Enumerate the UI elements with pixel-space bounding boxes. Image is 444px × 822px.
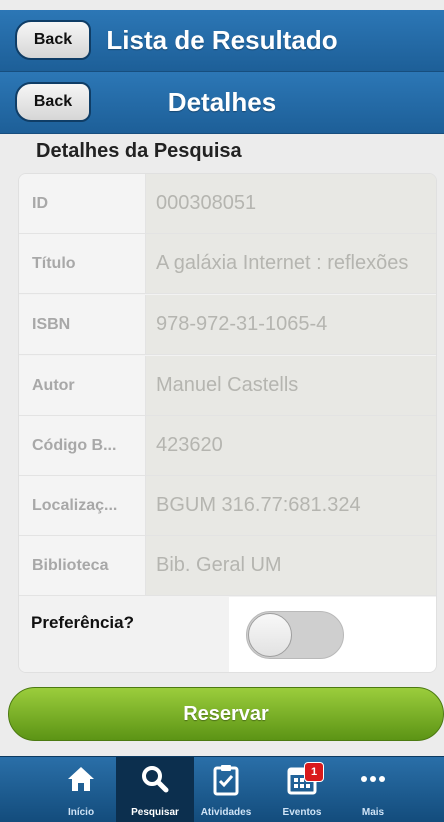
toggle-knob[interactable] — [248, 613, 292, 657]
detail-label: Código B... — [19, 416, 146, 475]
tab-label: Mais — [361, 807, 385, 818]
tab-label: Atividades — [200, 807, 252, 818]
preference-label: Preferência? — [31, 613, 134, 632]
detail-value: Bib. Geral UM — [146, 536, 436, 595]
details-header-bar: Back Detalhes — [0, 72, 444, 134]
tab-eventos[interactable]: 1 Eventos — [274, 757, 330, 822]
tab-mais[interactable]: Mais — [345, 757, 401, 822]
tab-label: Pesquisar — [131, 807, 179, 818]
home-icon — [66, 764, 96, 799]
events-badge: 1 — [304, 762, 324, 782]
back-button-details[interactable]: Back — [15, 82, 91, 122]
tab-atividades[interactable]: Atividades — [198, 757, 254, 822]
bottom-tab-bar: Início Pesquisar Atividades 1 Eventos Ma… — [0, 756, 444, 822]
detail-row-title: Título A galáxia Internet : reflexões — [19, 234, 436, 294]
search-icon — [140, 764, 170, 799]
calendar-icon: 1 — [286, 762, 324, 801]
detail-label: Autor — [19, 356, 146, 415]
detail-row-barcode: Código B... 423620 — [19, 416, 436, 476]
detail-row-id: ID 000308051 — [19, 174, 436, 234]
detail-label: Localizaç... — [19, 476, 146, 535]
detail-row-author: Autor Manuel Castells — [19, 356, 436, 416]
detail-row-location: Localizaç... BGUM 316.77:681.324 — [19, 476, 436, 536]
detail-label: Título — [19, 234, 146, 293]
detail-value: Manuel Castells — [146, 356, 436, 415]
detail-label: Biblioteca — [19, 536, 146, 595]
tab-label: Eventos — [282, 807, 322, 818]
details-card: ID 000308051 Título A galáxia Internet :… — [18, 173, 437, 673]
detail-value: 978-972-31-1065-4 — [146, 295, 436, 354]
detail-label: ID — [19, 174, 146, 233]
preference-toggle[interactable] — [246, 611, 344, 659]
detail-row-isbn: ISBN 978-972-31-1065-4 — [19, 295, 436, 355]
top-header-bar: Back Lista de Resultado — [0, 10, 444, 72]
detail-value: A galáxia Internet : reflexões — [146, 234, 436, 293]
detail-row-library: Biblioteca Bib. Geral UM — [19, 536, 436, 596]
toggle-area — [229, 597, 436, 672]
header-title-results: Lista de Resultado — [106, 25, 338, 55]
tab-inicio[interactable]: Início — [53, 757, 109, 822]
preference-row: Preferência? — [19, 597, 436, 672]
tab-pesquisar[interactable]: Pesquisar — [116, 757, 194, 822]
header-title-details: Detalhes — [167, 87, 277, 117]
back-button-results[interactable]: Back — [15, 20, 91, 60]
tab-label: Início — [67, 807, 95, 818]
detail-value: 423620 — [146, 416, 436, 475]
reserve-button[interactable]: Reservar — [8, 687, 444, 741]
checklist-icon — [211, 764, 241, 801]
section-title: Detalhes da Pesquisa — [36, 140, 242, 162]
detail-label: ISBN — [19, 295, 146, 354]
detail-value: BGUM 316.77:681.324 — [146, 476, 436, 535]
more-icon — [358, 764, 388, 799]
detail-value: 000308051 — [146, 174, 436, 233]
